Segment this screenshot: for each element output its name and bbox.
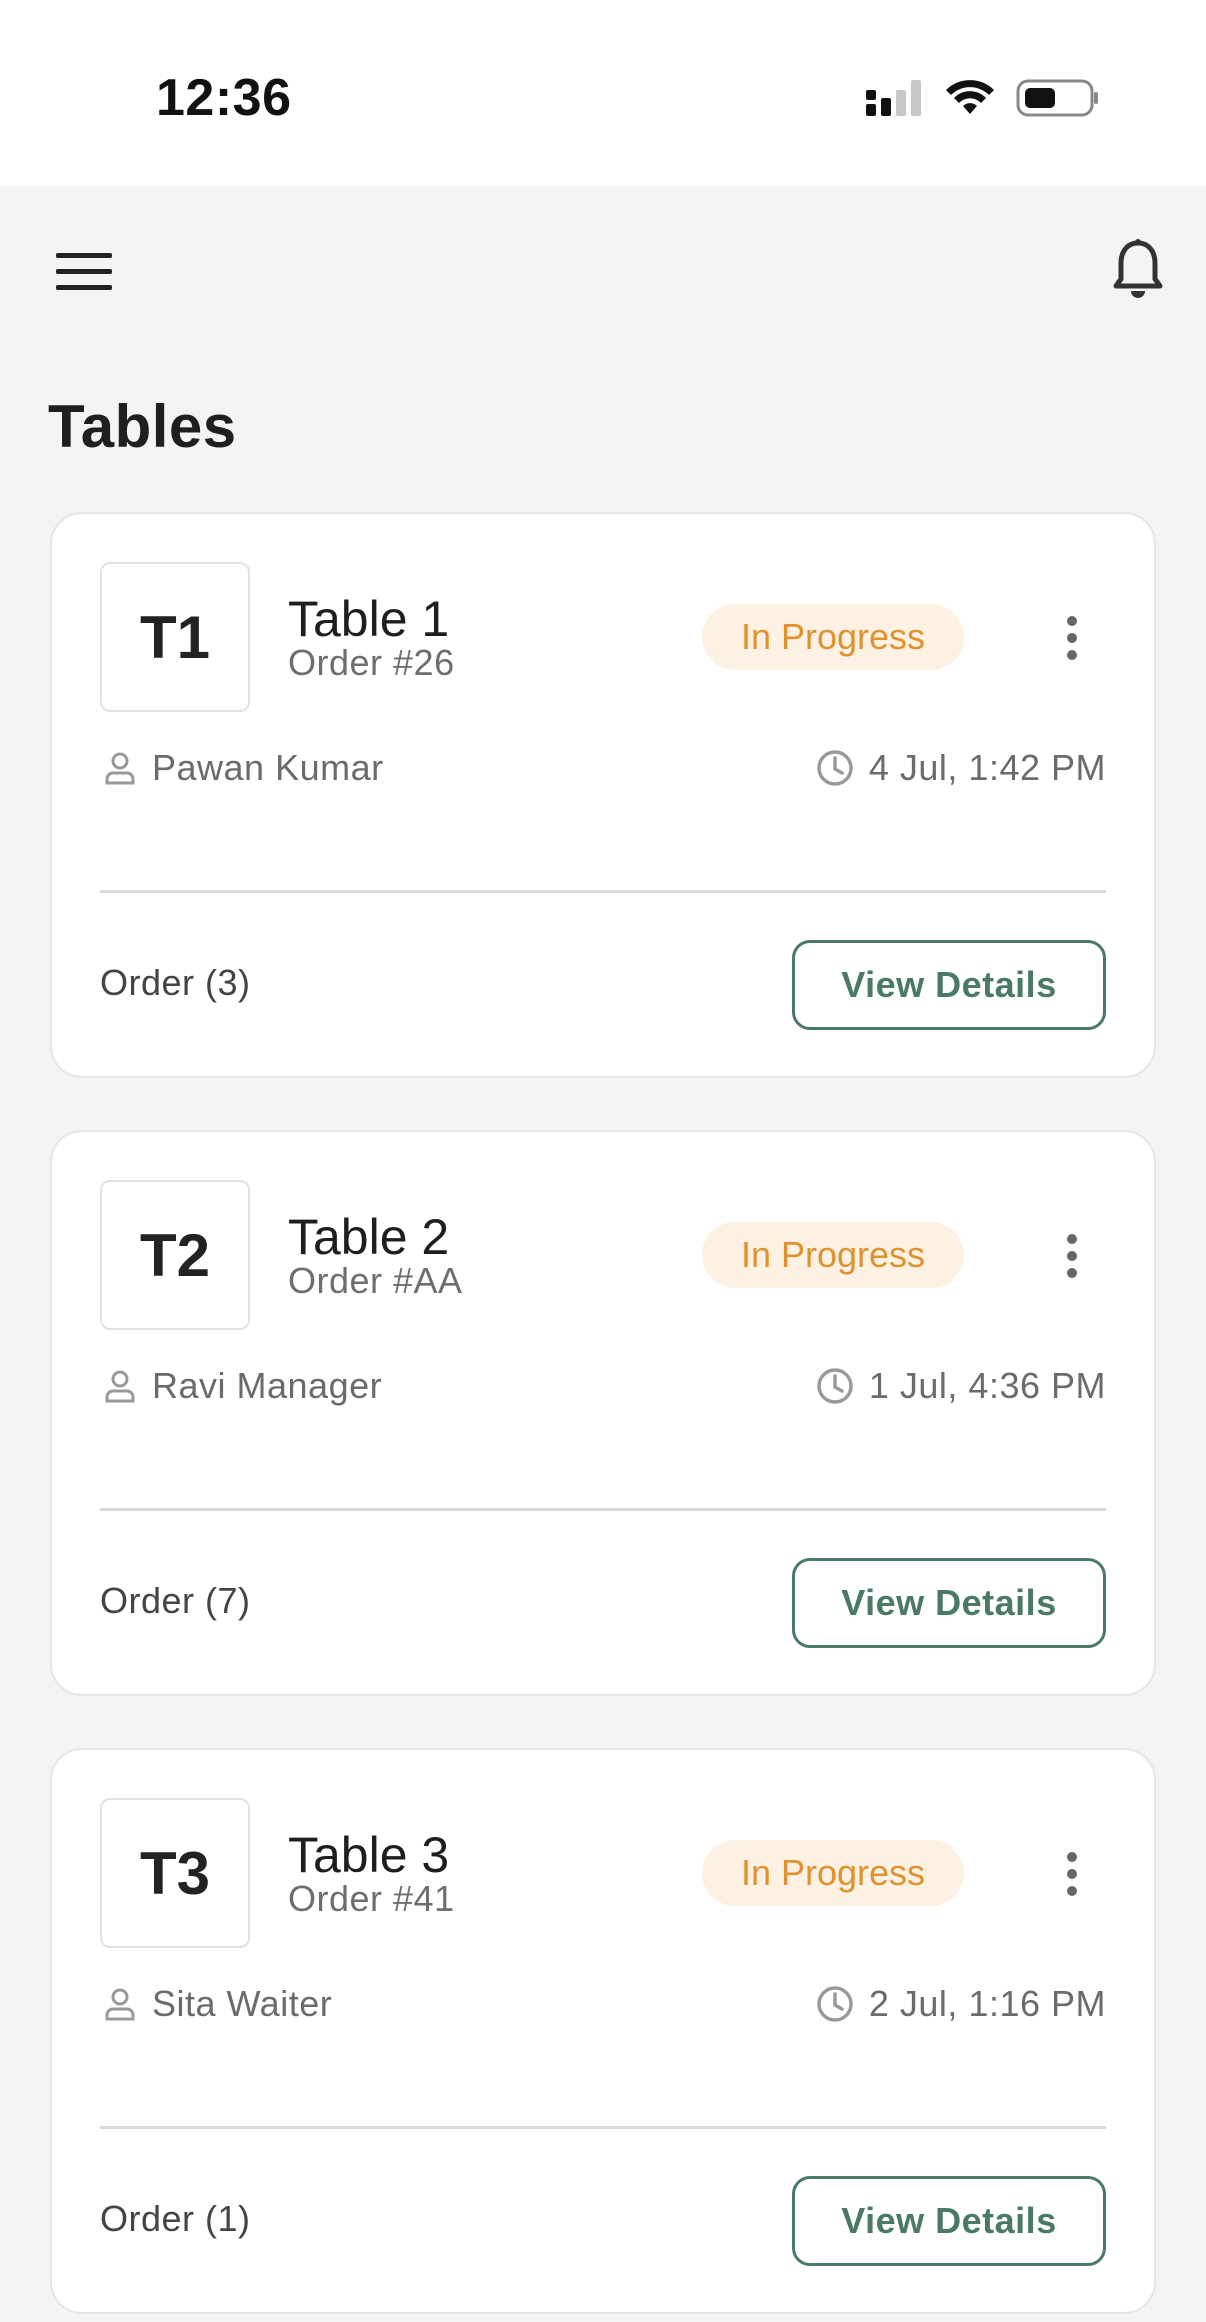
order-time-text: 4 Jul, 1:42 PM [868,747,1106,788]
card-divider [100,890,1106,893]
order-count: Order (7) [100,1580,251,1621]
table-badge: T2 [100,1180,250,1330]
more-options-button[interactable] [1052,1842,1092,1906]
staff-name: Pawan Kumar [152,747,384,788]
order-number: Order #26 [288,642,455,683]
wifi-icon [946,80,994,114]
staff-info: Sita Waiter [102,1982,332,2026]
more-options-button[interactable] [1052,1224,1092,1288]
menu-button[interactable] [48,242,120,302]
table-card-list: T1 Table 1 Order #26 In Progress Pawan K… [50,512,1156,2322]
clock-icon [817,750,853,786]
person-icon [105,1988,135,2021]
status-badge: In Progress [702,1840,964,1906]
table-card: T3 Table 3 Order #41 In Progress Sita Wa… [50,1748,1156,2314]
staff-info: Pawan Kumar [102,746,384,790]
clock-icon [817,1986,853,2022]
order-number: Order #41 [288,1878,455,1919]
top-app-bar [0,186,1206,356]
order-time: 1 Jul, 4:36 PM [815,1364,1106,1408]
table-name: Table 1 [288,591,450,647]
order-number: Order #AA [288,1260,463,1301]
clock-icon [817,1368,853,1404]
order-time-text: 1 Jul, 4:36 PM [868,1365,1106,1406]
table-card: T2 Table 2 Order #AA In Progress Ravi Ma… [50,1130,1156,1696]
status-badge: In Progress [702,604,964,670]
status-time: 12:36 [156,69,292,127]
order-count: Order (3) [100,962,251,1003]
person-icon [105,1370,135,1403]
status-badge: In Progress [702,1222,964,1288]
more-options-button[interactable] [1052,606,1092,670]
order-time-text: 2 Jul, 1:16 PM [868,1983,1106,2024]
table-name: Table 3 [288,1827,450,1883]
order-time: 4 Jul, 1:42 PM [815,746,1106,790]
table-badge: T1 [100,562,250,712]
status-icons [864,74,1100,122]
staff-name: Sita Waiter [152,1983,333,2024]
battery-icon [1016,79,1098,117]
view-details-button[interactable]: View Details [792,2176,1106,2266]
bell-icon [1113,239,1163,298]
more-vertical-icon [1067,1852,1077,1896]
staff-name: Ravi Manager [152,1365,383,1406]
view-details-button[interactable]: View Details [792,1558,1106,1648]
order-time: 2 Jul, 1:16 PM [815,1982,1106,2026]
cellular-signal-icon [866,80,921,116]
card-divider [100,1508,1106,1511]
person-icon [105,752,135,785]
card-divider [100,2126,1106,2129]
table-card: T1 Table 1 Order #26 In Progress Pawan K… [50,512,1156,1078]
view-details-button[interactable]: View Details [792,940,1106,1030]
status-bar: 12:36 [0,0,1206,186]
staff-info: Ravi Manager [102,1364,382,1408]
order-count: Order (1) [100,2198,251,2239]
more-vertical-icon [1067,1234,1077,1278]
table-badge: T3 [100,1798,250,1948]
page-title: Tables [48,393,237,460]
notifications-button[interactable] [1106,234,1170,306]
table-name: Table 2 [288,1209,450,1265]
more-vertical-icon [1067,616,1077,660]
hamburger-menu-icon [56,253,112,290]
